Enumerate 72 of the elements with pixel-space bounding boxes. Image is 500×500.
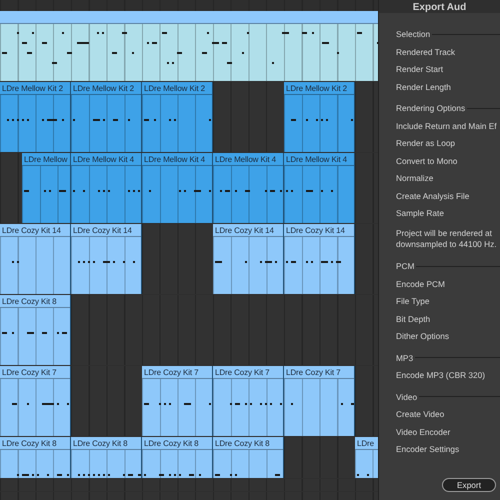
midi-clip[interactable]: LDre Cozy Kit 14: [71, 224, 142, 294]
clip-title: LDre: [357, 438, 374, 448]
clip-title: LDre Mellow Kit 4: [73, 154, 134, 164]
midi-clip[interactable]: LDre Cozy Kit 14: [213, 224, 284, 294]
option-label: Render as Loop: [396, 138, 456, 148]
option-label: Create Video: [396, 409, 446, 419]
midi-clip[interactable]: LDre Cozy Kit 7: [213, 366, 284, 436]
midi-clip[interactable]: LDre Mellow Kit 4: [284, 153, 355, 223]
midi-clip[interactable]: LDre Mellow Kit 2: [284, 82, 355, 152]
clip-title: LDre Cozy Kit 8: [2, 296, 57, 306]
option-label: Render Length: [396, 82, 452, 92]
option-label: Sample Rate: [396, 208, 445, 218]
option-label: Dither Options: [396, 331, 450, 341]
export-button[interactable]: Export: [442, 478, 496, 492]
clip-title: LDre Mellow Kit 2: [144, 84, 205, 92]
option-label: Encode MP3 (CBR 320): [396, 370, 486, 380]
midi-clip[interactable]: LDre Cozy Kit 8: [142, 437, 213, 478]
clip-title: LDre Cozy Kit 8: [215, 438, 270, 448]
midi-clip[interactable]: LDre Cozy Kit 8: [0, 295, 71, 365]
midi-clip[interactable]: LDre Mellow Kit 4: [142, 153, 213, 223]
clip-title: LDre Cozy Kit 14: [2, 226, 61, 234]
midi-clip[interactable]: LDre Mellow Kit 4: [71, 153, 142, 223]
midi-clip[interactable]: LDre Cozy Kit 14: [284, 224, 355, 294]
midi-clip[interactable]: LDre Cozy Kit 7: [284, 366, 355, 436]
midi-clip[interactable]: LDre Cozy Kit 8: [71, 437, 142, 478]
midi-clip[interactable]: LDre Cozy Kit 8: [213, 437, 284, 478]
dialog-title: Export Aud: [412, 2, 466, 13]
midi-clip[interactable]: LDre Mellow Kit 2: [142, 82, 213, 152]
clip-title: LDre Cozy Kit 14: [73, 226, 132, 234]
midi-clip[interactable]: LDre Mellow Kit 2: [71, 82, 142, 152]
clip-title: LDre Mellow Kit 4: [144, 154, 205, 164]
clip-title: LDre Cozy Kit 8: [73, 438, 128, 448]
clip-title: LDre Cozy Kit 14: [215, 226, 274, 234]
option-label: Normalize: [396, 173, 434, 183]
clip-title: LDre Cozy Kit 8: [2, 438, 57, 448]
clip-title: LDre Cozy Kit 8: [144, 438, 199, 448]
clip-title: LDre Cozy Kit 7: [215, 368, 270, 376]
clip-title: LDre Mellow Kit 4: [286, 154, 347, 164]
clip-title: LDre Mellow Kit 2: [73, 84, 134, 92]
clip-title: LDre Cozy Kit 7: [2, 368, 57, 376]
clip-title: LDre Mellow Kit 2: [2, 84, 63, 92]
clip-title: LDre Mellow Kit 4: [215, 154, 276, 164]
section-heading: PCM: [396, 261, 414, 271]
option-label: Include Return and Main Ef: [396, 120, 498, 130]
clip-title: LDre Cozy Kit 7: [286, 368, 341, 376]
option-label: Encoder Settings: [396, 444, 460, 454]
option-label: File Type: [396, 296, 431, 306]
midi-clip[interactable]: [0, 11, 378, 81]
midi-clip[interactable]: LDre: [355, 437, 378, 478]
section-heading: Rendering Options: [396, 103, 466, 113]
info-text: Project will be rendered at downsampled to 44100 Hz.: [396, 228, 498, 250]
option-label: Convert to Mono: [396, 156, 458, 166]
midi-clip[interactable]: LDre Cozy Kit 7: [142, 366, 213, 436]
midi-clip[interactable]: LDre Cozy Kit 8: [0, 437, 71, 478]
clip-title: LDre Mellow Kit 2: [286, 84, 347, 92]
section-heading: Selection: [396, 29, 430, 39]
midi-clip[interactable]: LDre Cozy Kit 14: [0, 224, 71, 294]
clip-title: LDre Cozy Kit 7: [144, 368, 199, 376]
clip-title: LDre Cozy Kit 14: [286, 226, 345, 234]
option-label: Create Analysis File: [396, 190, 470, 200]
midi-clip[interactable]: LDre Mellow: [22, 153, 71, 223]
section-heading: Video: [396, 392, 418, 402]
option-label: Render Start: [396, 64, 444, 74]
section-heading: MP3: [396, 352, 414, 362]
midi-clip[interactable]: LDre Cozy Kit 7: [0, 366, 71, 436]
midi-clip[interactable]: LDre Mellow Kit 4: [213, 153, 284, 223]
option-label: Video Encoder: [396, 426, 452, 436]
clip-title: LDre Mellow: [24, 154, 68, 164]
option-label: Bit Depth: [396, 314, 432, 324]
midi-clip[interactable]: LDre Mellow Kit 2: [0, 82, 71, 152]
option-label: Encode PCM: [396, 278, 446, 288]
option-label: Rendered Track: [396, 46, 456, 56]
